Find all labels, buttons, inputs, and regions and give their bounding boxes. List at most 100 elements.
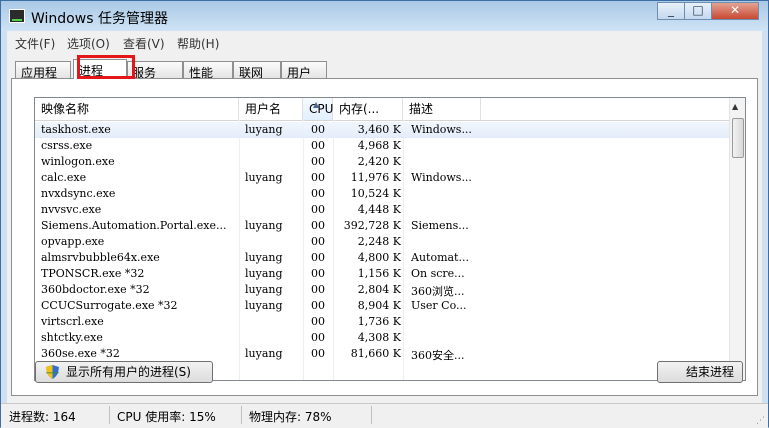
table-row[interactable]: opvapp.exe 00 2,248 K [35,234,729,250]
process-image-name: nvxdsync.exe [41,187,116,200]
process-user-name: luyang [245,283,283,296]
process-user-name: luyang [245,219,283,232]
processes-panel: 映像名称 用户名 ▲ CPU 内存(... 描述 taskhost.exe luy… [11,78,758,396]
tab-users[interactable]: 用户 [281,61,327,80]
process-description: 360安全... [411,349,465,362]
process-memory: 11,976 K [350,171,401,184]
process-user-name: luyang [245,267,283,280]
process-memory: 2,248 K [357,235,401,248]
show-all-users-processes-button[interactable]: 显示所有用户的进程(S) [35,361,213,383]
scroll-thumb[interactable] [732,118,744,158]
process-memory: 10,524 K [350,187,401,200]
process-image-name: winlogon.exe [41,155,115,168]
table-row[interactable]: csrss.exe 00 4,968 K [35,138,729,154]
table-row[interactable]: 360bdoctor.exe *32 luyang 00 2,804 K 360浏览..… [35,282,729,298]
column-memory[interactable]: 内存(... [333,98,403,120]
status-physical-memory: 物理内存: 78% [249,410,332,424]
sort-ascending-icon: ▲ [313,100,320,109]
table-row[interactable]: nvxdsync.exe 00 10,524 K [35,186,729,202]
status-divider [109,406,110,424]
title-bar[interactable]: Windows 任务管理器 _ □ ✕ [1,1,768,31]
process-description: Automat... [411,251,469,264]
process-user-name: luyang [245,299,283,312]
process-list[interactable]: 映像名称 用户名 ▲ CPU 内存(... 描述 taskhost.exe luy… [34,97,746,381]
process-image-name: taskhost.exe [41,123,111,136]
process-image-name: 360se.exe *32 [41,347,120,360]
process-image-name: calc.exe [41,171,87,184]
process-user-name: luyang [245,171,283,184]
tab-services[interactable]: 服务 [127,61,183,80]
process-description: User Co... [411,299,467,312]
status-cpu-usage: CPU 使用率: 15% [117,410,216,424]
table-row[interactable]: shtctky.exe 00 4,308 K [35,330,729,346]
process-memory: 2,804 K [357,283,401,296]
uac-shield-icon [46,365,59,379]
process-image-name: nvvsvc.exe [41,203,102,216]
table-row[interactable]: taskhost.exe luyang 00 3,460 K Windows... [35,122,729,138]
task-manager-window: Windows 任务管理器 _ □ ✕ 文件(F) 选项(O) 查看(V) 帮助… [0,0,769,428]
column-user-name[interactable]: 用户名 [239,98,303,120]
process-image-name: CCUCSurrogate.exe *32 [41,299,178,312]
menu-help[interactable]: 帮助(H) [177,35,219,52]
table-row[interactable]: TPONSCR.exe *32 luyang 00 1,156 K On scre... [35,266,729,282]
process-memory: 4,308 K [357,331,401,344]
process-user-name: luyang [245,251,283,264]
menu-file[interactable]: 文件(F) [15,35,55,52]
table-row[interactable]: almsrvbubble64x.exe luyang 00 4,800 K Automa… [35,250,729,266]
column-cpu[interactable]: ▲ CPU [303,98,333,120]
status-process-count: 进程数: 164 [9,410,76,424]
process-memory: 1,156 K [357,267,401,280]
tab-applications[interactable]: 应用程序 [15,61,71,97]
process-image-name: Siemens.Automation.Portal.exe... [41,219,227,232]
menu-view[interactable]: 查看(V) [123,35,165,52]
process-memory: 4,800 K [357,251,401,264]
table-row[interactable]: nvvsvc.exe 00 4,448 K [35,202,729,218]
maximize-button[interactable]: □ [684,2,712,20]
process-image-name: 360bdoctor.exe *32 [41,283,150,296]
menu-options[interactable]: 选项(O) [67,35,110,52]
status-divider [371,406,372,424]
process-image-name: TPONSCR.exe *32 [41,267,145,280]
process-user-name: luyang [245,123,283,136]
status-divider [241,406,242,424]
process-memory: 1,736 K [357,315,401,328]
menu-bar: 文件(F) 选项(O) 查看(V) 帮助(H) [7,31,762,53]
table-row[interactable]: virtscrl.exe 00 1,736 K [35,314,729,330]
window-title: Windows 任务管理器 [31,11,168,27]
process-memory: 81,660 K [350,347,401,360]
tab-performance[interactable]: 性能 [183,61,233,80]
process-image-name: almsrvbubble64x.exe [41,251,160,264]
table-row[interactable]: CCUCSurrogate.exe *32 luyang 00 8,904 K User… [35,298,729,314]
process-description: 360浏览... [411,285,465,298]
vertical-scrollbar[interactable]: ▲ ▼ [729,98,745,380]
table-row[interactable]: 360se.exe *32 luyang 00 81,660 K 360安全... [35,346,729,362]
task-manager-icon [9,9,25,23]
process-memory: 4,448 K [357,203,401,216]
end-process-button[interactable]: 结束进程 [657,361,743,383]
process-image-name: shtctky.exe [41,331,103,344]
close-button[interactable]: ✕ [711,2,759,20]
process-memory: 4,968 K [357,139,401,152]
minimize-button[interactable]: _ [657,2,685,20]
process-memory: 8,904 K [357,299,401,312]
column-image-name[interactable]: 映像名称 [35,98,239,120]
process-memory: 392,728 K [343,219,401,232]
tab-networking[interactable]: 联网 [233,61,281,80]
process-description: Windows... [411,123,472,136]
status-bar: 进程数: 164 CPU 使用率: 15% 物理内存: 78% ⋰ [1,403,768,428]
red-highlight-box [77,55,135,79]
process-image-name: virtscrl.exe [41,315,104,328]
table-row[interactable]: Siemens.Automation.Portal.exe... luyang 00… [35,218,729,234]
process-memory: 3,460 K [357,123,401,136]
process-image-name: opvapp.exe [41,235,105,248]
table-row[interactable]: winlogon.exe 00 2,420 K [35,154,729,170]
table-row[interactable]: calc.exe luyang 00 11,976 K Windows... [35,170,729,186]
process-description: On scre... [411,267,465,280]
process-description: Siemens... [411,219,469,232]
process-user-name: luyang [245,347,283,360]
resize-grip-icon[interactable]: ⋰ [756,416,765,426]
column-description[interactable]: 描述 [403,98,481,120]
scroll-up-icon[interactable]: ▲ [732,102,738,111]
column-header-row: 映像名称 用户名 ▲ CPU 内存(... 描述 [35,98,729,121]
process-description: Windows... [411,171,472,184]
